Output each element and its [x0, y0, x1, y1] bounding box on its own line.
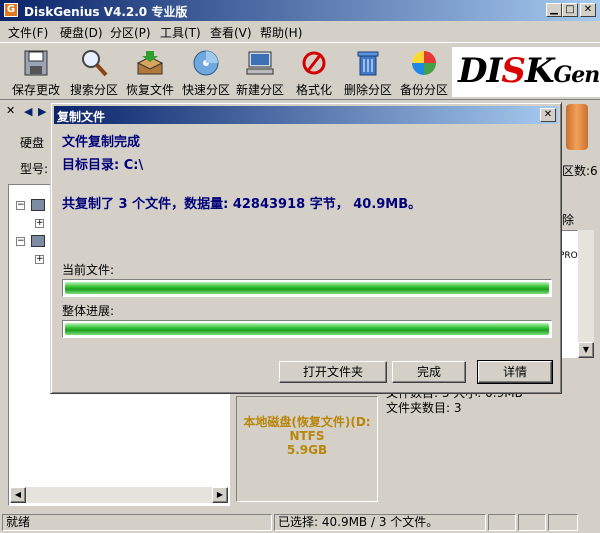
status-selection: 已选择: 40.9MB / 3 个文件。 [274, 514, 486, 531]
close-button[interactable]: ✕ [580, 3, 596, 17]
menu-tools[interactable]: 工具(T) [160, 24, 201, 41]
overall-progress [62, 320, 552, 338]
dialog-close-button[interactable]: ✕ [540, 108, 556, 122]
partition-map-box[interactable]: 本地磁盘(恢复文件)(D: NTFS 5.9GB [236, 396, 378, 502]
logo-part1: DI [458, 51, 502, 91]
overall-progress-fill [65, 323, 549, 335]
status-cell [488, 514, 516, 531]
delete-column-text: 除 [562, 213, 575, 227]
model-label: 型号: [20, 162, 49, 176]
dialog-title: 复制文件 [57, 110, 106, 124]
main-title-bar[interactable]: G DiskGenius V4.2.0 专业版 ▁ □ ✕ [0, 0, 600, 21]
backup-pie-icon [412, 51, 436, 75]
trash-icon [357, 51, 379, 76]
format-icon [302, 51, 326, 75]
partition-name: 本地磁盘(恢复文件)(D: [243, 415, 371, 429]
menu-partition[interactable]: 分区(P) [110, 24, 151, 41]
open-folder-button[interactable]: 打开文件夹 [279, 361, 387, 383]
window-title: DiskGenius V4.2.0 专业版 [24, 5, 188, 19]
hard-disk-icon [31, 199, 45, 211]
details-button[interactable]: 详情 [477, 360, 553, 384]
tree-horizontal-scrollbar[interactable]: ◀ ▶ [10, 487, 228, 503]
save-changes-button[interactable]: 保存更改 [8, 45, 64, 99]
hard-disk-icon [31, 235, 45, 247]
tree-expand-icon[interactable]: + [35, 219, 44, 228]
maximize-button[interactable]: □ [562, 3, 578, 17]
disk-graphic-icon [566, 104, 588, 150]
new-partition-button[interactable]: 新建分区 [232, 45, 288, 99]
status-cell [518, 514, 546, 531]
menu-disk[interactable]: 硬盘(D) [60, 24, 103, 41]
scroll-left-icon[interactable]: ◀ [10, 487, 26, 503]
logo-part3: K [524, 51, 555, 91]
nav-left-arrow-icon[interactable]: ◀ [24, 105, 32, 118]
folder-count-text: 文件夹数目: 3 [386, 401, 462, 415]
menu-view[interactable]: 查看(V) [210, 24, 252, 41]
scroll-down-icon[interactable]: ▼ [578, 342, 594, 358]
target-directory-text: 目标目录: C:\ [62, 158, 144, 173]
overall-progress-label: 整体进展: [62, 304, 115, 318]
dialog-title-bar[interactable]: 复制文件 ✕ [54, 106, 558, 124]
tree-expand-icon[interactable]: − [16, 201, 25, 210]
status-ready: 就绪 [2, 514, 272, 531]
scroll-right-icon[interactable]: ▶ [212, 487, 228, 503]
current-file-label: 当前文件: [62, 263, 115, 277]
file-list-scrollbar[interactable]: ▼ [578, 230, 594, 358]
nav-right-arrow-icon[interactable]: ▶ [38, 105, 46, 118]
status-cell [548, 514, 578, 531]
disk-label: 硬盘 [20, 136, 45, 150]
tree-expand-icon[interactable]: − [16, 237, 25, 246]
dialog-heading: 文件复制完成 [62, 135, 141, 150]
app-icon: G [4, 3, 18, 17]
sector-count-text: 区数:6 [562, 164, 598, 178]
delete-partition-button[interactable]: 删除分区 [340, 45, 396, 99]
diskgenius-logo: DISKGeniu [452, 47, 600, 97]
search-partition-button[interactable]: 搜索分区 [66, 45, 122, 99]
backup-partition-button[interactable]: 备份分区 [396, 45, 452, 99]
pane-close-icon[interactable]: ✕ [6, 104, 15, 117]
copy-files-dialog[interactable]: 复制文件 ✕ 文件复制完成 目标目录: C:\ 共复制了 3 个文件，数据量: … [50, 102, 562, 394]
copy-summary-text: 共复制了 3 个文件，数据量: 42843918 字节， 40.9MB。 [62, 197, 422, 212]
magnifier-icon [82, 50, 108, 77]
tree-expand-icon[interactable]: + [35, 255, 44, 264]
restore-files-button[interactable]: 恢复文件 [122, 45, 178, 99]
computer-icon [246, 51, 274, 75]
menu-help[interactable]: 帮助(H) [260, 24, 302, 41]
partition-size: 5.9GB [286, 443, 328, 457]
quick-partition-button[interactable]: 快速分区 [178, 45, 234, 99]
save-icon [24, 50, 48, 76]
current-file-progress-fill [65, 282, 549, 294]
finish-button[interactable]: 完成 [392, 361, 466, 383]
format-button[interactable]: 格式化 [286, 45, 342, 99]
minimize-button[interactable]: ▁ [546, 3, 562, 17]
partition-fs: NTFS [289, 429, 325, 443]
status-bar: 就绪 已选择: 40.9MB / 3 个文件。 [0, 511, 600, 533]
current-file-progress [62, 279, 552, 297]
logo-part2: S [501, 51, 526, 91]
logo-part4: Geniu [553, 62, 600, 88]
menu-bar: 文件(F) 硬盘(D) 分区(P) 工具(T) 查看(V) 帮助(H) [0, 21, 600, 41]
menu-file[interactable]: 文件(F) [8, 24, 48, 41]
disc-icon [193, 50, 219, 76]
restore-box-icon [136, 51, 164, 75]
